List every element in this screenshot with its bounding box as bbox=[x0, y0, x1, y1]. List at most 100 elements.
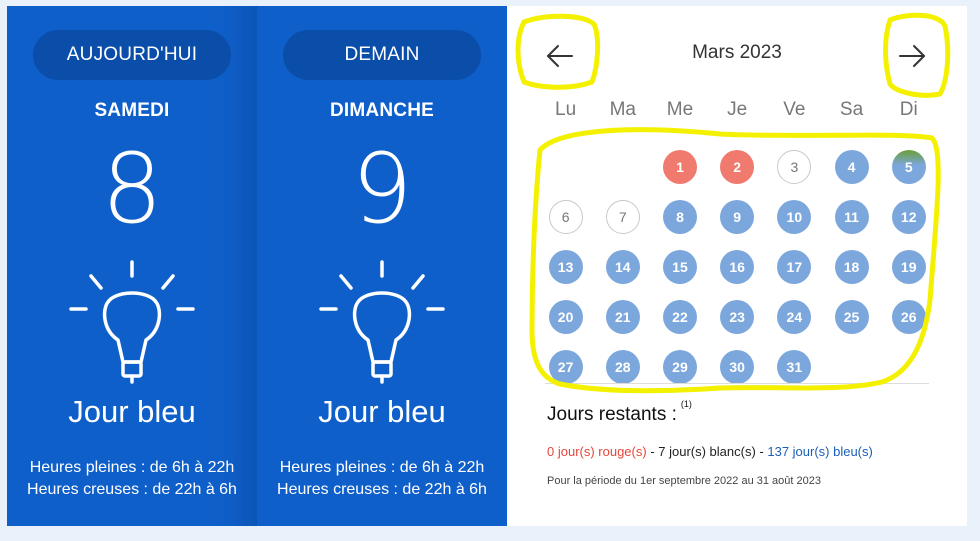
calendar-day-31[interactable]: 31 bbox=[777, 350, 812, 384]
day-cell: 7 bbox=[594, 192, 651, 242]
day-cell: 5 bbox=[880, 142, 937, 192]
weekday-label: Lu bbox=[555, 99, 577, 120]
calendar-day-12[interactable]: 12 bbox=[891, 200, 926, 234]
day-cell: 10 bbox=[766, 192, 823, 242]
calendar-day-9[interactable]: 9 bbox=[720, 200, 755, 234]
calendar-day-10[interactable]: 10 bbox=[777, 200, 812, 234]
day-cell: 28 bbox=[594, 342, 651, 392]
count-separator: - bbox=[646, 444, 659, 459]
calendar-day-16[interactable]: 16 bbox=[720, 250, 755, 284]
count-rouge: 0 jour(s) rouge(s) bbox=[547, 444, 647, 459]
calendar-day-21[interactable]: 21 bbox=[605, 300, 640, 334]
tomorrow-hours-full: Heures pleines : de 6h à 22h bbox=[279, 459, 485, 476]
day-cell: 26 bbox=[880, 292, 937, 342]
day-cell: 12 bbox=[880, 192, 937, 242]
calendar-day-23[interactable]: 23 bbox=[720, 300, 755, 334]
divider bbox=[545, 383, 929, 384]
calendar-day-3[interactable]: 3 bbox=[777, 150, 812, 184]
tomorrow-hours: Heures pleines : de 6h à 22h Heures creu… bbox=[257, 457, 507, 501]
weekday-label: Di bbox=[899, 99, 918, 120]
day-cell: 9 bbox=[709, 192, 766, 242]
day-cell: 19 bbox=[880, 242, 937, 292]
weekday-label: Me bbox=[666, 99, 694, 120]
calendar-day-19[interactable]: 19 bbox=[891, 250, 926, 284]
day-cell: 17 bbox=[766, 242, 823, 292]
day-cell: 20 bbox=[537, 292, 594, 342]
remaining-counts: 0 jour(s) rouge(s) - 7 jour(s) blanc(s) … bbox=[547, 444, 873, 459]
remaining-title-text: Jours restants : bbox=[547, 404, 677, 425]
empty-cell bbox=[537, 142, 594, 192]
empty-cell bbox=[594, 142, 651, 192]
weekday-label: Ve bbox=[783, 99, 806, 120]
calendar-day-2[interactable]: 2 bbox=[720, 150, 755, 184]
count-separator: - bbox=[755, 444, 768, 459]
calendar-day-8[interactable]: 8 bbox=[662, 200, 697, 234]
today-badge: AUJOURD'HUI bbox=[33, 30, 231, 80]
weekday-header: Lu Ma Me Je Ve Sa Di bbox=[537, 99, 937, 121]
today-hours-full: Heures pleines : de 6h à 22h bbox=[29, 459, 235, 476]
calendar-day-14[interactable]: 14 bbox=[605, 250, 640, 284]
count-blanc: 7 jour(s) blanc(s) bbox=[658, 444, 756, 459]
day-cell: 22 bbox=[651, 292, 708, 342]
day-cell: 2 bbox=[709, 142, 766, 192]
today-card: AUJOURD'HUI SAMEDI 8 Jour bleu Heures pl… bbox=[7, 6, 257, 526]
weekday-label: Je bbox=[727, 99, 748, 120]
tomorrow-day-name: DIMANCHE bbox=[330, 100, 434, 121]
calendar-day-5[interactable]: 5 bbox=[891, 150, 926, 184]
calendar-day-22[interactable]: 22 bbox=[662, 300, 697, 334]
calendar-day-grid: 1 2 3 4 5 6 7 8 9 10 11 12 13 14 15 16 17 18 19 20 21 22 23 24 2… bbox=[537, 142, 937, 392]
calendar-panel: Mars 2023 Lu Ma Me Je Ve Sa Di 123456789… bbox=[507, 6, 967, 526]
day-cell: 16 bbox=[709, 242, 766, 292]
day-cell: 25 bbox=[823, 292, 880, 342]
day-cell: 8 bbox=[651, 192, 708, 242]
today-hours: Heures pleines : de 6h à 22h Heures creu… bbox=[7, 457, 257, 501]
calendar-day-17[interactable]: 17 bbox=[777, 250, 812, 284]
tomorrow-hours-off: Heures creuses : de 22h à 6h bbox=[277, 481, 487, 498]
tomorrow-color-label: Jour bleu bbox=[318, 394, 446, 429]
calendar-day-13[interactable]: 13 bbox=[548, 250, 583, 284]
day-cell: 14 bbox=[594, 242, 651, 292]
lightbulb-icon bbox=[69, 260, 195, 384]
calendar-day-7[interactable]: 7 bbox=[605, 200, 640, 234]
today-color-label: Jour bleu bbox=[68, 394, 196, 429]
tomorrow-day-number: 9 bbox=[351, 133, 413, 245]
day-cell: 30 bbox=[709, 342, 766, 392]
day-cell: 31 bbox=[766, 342, 823, 392]
calendar-day-27[interactable]: 27 bbox=[548, 350, 583, 384]
day-cell: 27 bbox=[537, 342, 594, 392]
calendar-day-18[interactable]: 18 bbox=[834, 250, 869, 284]
calendar-day-11[interactable]: 11 bbox=[834, 200, 869, 234]
today-hours-off: Heures creuses : de 22h à 6h bbox=[27, 481, 237, 498]
calendar-day-24[interactable]: 24 bbox=[777, 300, 812, 334]
calendar-day-25[interactable]: 25 bbox=[834, 300, 869, 334]
day-cell: 15 bbox=[651, 242, 708, 292]
day-cell: 11 bbox=[823, 192, 880, 242]
calendar-day-28[interactable]: 28 bbox=[605, 350, 640, 384]
today-day-number: 8 bbox=[101, 133, 163, 245]
weekday-label: Ma bbox=[609, 99, 636, 120]
weekday-label: Sa bbox=[839, 99, 864, 120]
day-cell: 29 bbox=[651, 342, 708, 392]
day-cell: 23 bbox=[709, 292, 766, 342]
calendar-day-1[interactable]: 1 bbox=[662, 150, 697, 184]
calendar-day-6[interactable]: 6 bbox=[548, 200, 583, 234]
calendar-day-15[interactable]: 15 bbox=[662, 250, 697, 284]
day-cell: 4 bbox=[823, 142, 880, 192]
period-note: Pour la période du 1er septembre 2022 au… bbox=[547, 475, 821, 487]
today-day-name: SAMEDI bbox=[94, 100, 170, 121]
next-month-button[interactable] bbox=[887, 36, 937, 76]
tomorrow-badge: DEMAIN bbox=[283, 30, 481, 80]
count-bleu: 137 jour(s) bleu(s) bbox=[767, 444, 873, 459]
day-cell: 6 bbox=[537, 192, 594, 242]
arrow-right-icon bbox=[899, 45, 925, 67]
day-cell: 3 bbox=[766, 142, 823, 192]
day-cell: 1 bbox=[651, 142, 708, 192]
calendar-day-30[interactable]: 30 bbox=[720, 350, 755, 384]
calendar-day-20[interactable]: 20 bbox=[548, 300, 583, 334]
day-cell: 18 bbox=[823, 242, 880, 292]
calendar-day-4[interactable]: 4 bbox=[834, 150, 869, 184]
calendar-day-29[interactable]: 29 bbox=[662, 350, 697, 384]
calendar-day-26[interactable]: 26 bbox=[891, 300, 926, 334]
day-cell: 21 bbox=[594, 292, 651, 342]
footnote-marker: (1) bbox=[680, 398, 692, 409]
